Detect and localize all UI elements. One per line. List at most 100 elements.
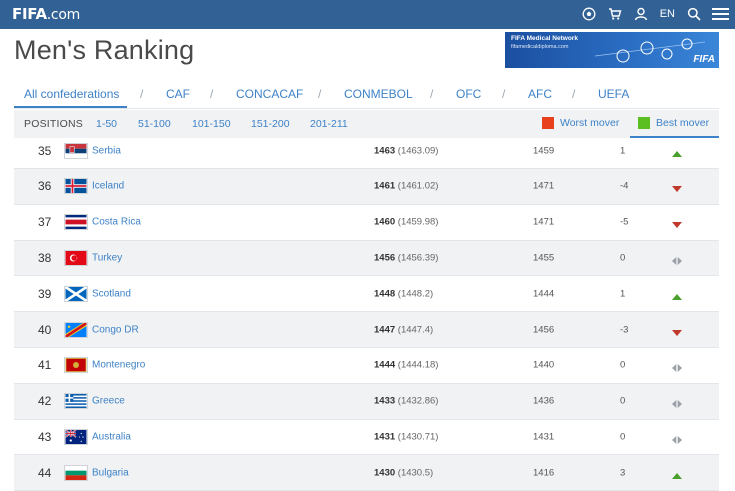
scotland-flag-icon — [64, 285, 88, 302]
team-link[interactable]: Turkey — [92, 252, 122, 263]
tab-concacaf[interactable]: CONCACAF — [236, 87, 303, 101]
movement-cell: -4 — [620, 180, 629, 192]
movement-cell: 0 — [620, 431, 626, 443]
team-link[interactable]: Costa Rica — [92, 217, 141, 228]
points-exact: (1444.18) — [397, 359, 439, 371]
rank-cell: 36 — [38, 179, 52, 194]
banner-graphic-icon — [595, 38, 705, 63]
team-link[interactable]: Greece — [92, 396, 125, 407]
points-value: 1447 — [374, 324, 396, 336]
table-row[interactable]: 44 Bulgaria 1430 (1430.5) 1416 3 — [14, 455, 719, 491]
points-exact: (1456.39) — [397, 252, 439, 264]
table-row[interactable]: 35 Serbia 1463 (1463.09) 1459 1 — [14, 139, 719, 169]
range-101-150[interactable]: 101-150 — [192, 118, 231, 130]
best-mover-toggle[interactable]: Best mover — [638, 117, 709, 129]
menu-icon[interactable] — [711, 5, 729, 23]
points-value: 1448 — [374, 288, 396, 300]
table-row[interactable]: 37 Costa Rica 1460 (1459.98) 1471 -5 — [14, 205, 719, 241]
table-row[interactable]: 42 Greece 1433 (1432.86) 1436 0 — [14, 383, 719, 420]
montenegro-flag-icon — [64, 357, 88, 374]
worst-mover-label: Worst mover — [560, 117, 620, 129]
range-151-200[interactable]: 151-200 — [251, 118, 290, 130]
nav-separator: / — [210, 87, 214, 101]
trend-down-icon — [671, 181, 683, 193]
table-row[interactable]: 40 Congo DR 1447 (1447.4) 1456 -3 — [14, 312, 719, 348]
points-cell: 1461 (1461.02) — [374, 181, 438, 192]
points-value: 1431 — [374, 431, 396, 443]
table-row[interactable]: 43 Australia 1431 (1430.71) 1431 0 — [14, 420, 719, 456]
rank-cell: 43 — [38, 429, 52, 444]
tab-caf[interactable]: CAF — [166, 87, 190, 101]
tab-uefa[interactable]: UEFA — [598, 87, 629, 101]
points-exact: (1430.71) — [397, 431, 439, 443]
previous-points-cell: 1440 — [533, 359, 555, 371]
rank-cell: 35 — [38, 143, 52, 158]
previous-points-cell: 1431 — [533, 431, 555, 443]
points-exact: (1430.5) — [397, 467, 434, 479]
nav-separator: / — [318, 87, 322, 101]
worst-mover-swatch — [542, 117, 554, 129]
banner-ad[interactable]: FIFA Medical Network fifamedicaldiploma.… — [505, 32, 719, 68]
iceland-flag-icon — [64, 178, 88, 195]
team-link[interactable]: Montenegro — [92, 360, 145, 371]
top-bar: FIFA.com EN — [0, 0, 735, 29]
page-title: Men's Ranking — [14, 35, 195, 65]
team-link[interactable]: Australia — [92, 431, 131, 442]
table-row[interactable]: 41 Montenegro 1444 (1444.18) 1440 0 — [14, 348, 719, 384]
team-link[interactable]: Bulgaria — [92, 467, 129, 478]
team-link[interactable]: Iceland — [92, 181, 124, 192]
points-cell: 1431 (1430.71) — [374, 431, 438, 442]
tab-ofc[interactable]: OFC — [456, 87, 481, 101]
best-mover-swatch — [638, 117, 650, 129]
rank-cell: 42 — [38, 394, 52, 409]
points-exact: (1432.86) — [397, 395, 439, 407]
tab-conmebol[interactable]: CONMEBOL — [344, 87, 413, 101]
points-cell: 1463 (1463.09) — [374, 145, 438, 156]
worst-mover-toggle[interactable]: Worst mover — [542, 117, 619, 129]
points-value: 1460 — [374, 216, 396, 228]
table-row[interactable]: 36 Iceland 1461 (1461.02) 1471 -4 — [14, 169, 719, 205]
logo-main: FIFA — [12, 5, 47, 23]
ranking-table: 35 Serbia 1463 (1463.09) 1459 1 36 Iceland 1461… — [14, 139, 719, 491]
previous-points-cell: 1456 — [533, 324, 555, 336]
cart-icon[interactable] — [606, 5, 624, 23]
australia-flag-icon — [64, 428, 88, 445]
team-link[interactable]: Serbia — [92, 145, 121, 156]
nav-separator: / — [140, 87, 144, 101]
rank-cell: 39 — [38, 286, 52, 301]
previous-points-cell: 1455 — [533, 252, 555, 264]
user-icon[interactable] — [632, 5, 650, 23]
banner-brand: FIFA — [693, 54, 715, 65]
points-value: 1463 — [374, 145, 396, 157]
tab-afc[interactable]: AFC — [528, 87, 552, 101]
fifa-logo[interactable]: FIFA.com — [12, 5, 80, 23]
range-201-211[interactable]: 201-211 — [310, 118, 348, 130]
rank-cell: 37 — [38, 215, 52, 230]
ball-icon[interactable] — [580, 5, 598, 23]
table-row[interactable]: 38 Turkey 1456 (1456.39) 1455 0 — [14, 240, 719, 277]
positions-label: POSITIONS — [24, 118, 83, 130]
points-value: 1456 — [374, 252, 396, 264]
tab-all-confederations[interactable]: All confederations — [24, 87, 119, 101]
team-link[interactable]: Congo DR — [92, 324, 139, 335]
movement-cell: 0 — [620, 395, 626, 407]
nav-separator: / — [572, 87, 576, 101]
rank-cell: 44 — [38, 465, 52, 480]
language-selector[interactable]: EN — [658, 8, 677, 20]
previous-points-cell: 1471 — [533, 180, 555, 192]
points-exact: (1447.4) — [397, 324, 434, 336]
points-cell: 1447 (1447.4) — [374, 324, 433, 335]
banner-line2: fifamedicaldiploma.com — [511, 44, 569, 50]
table-row[interactable]: 39 Scotland 1448 (1448.2) 1444 1 — [14, 276, 719, 313]
previous-points-cell: 1471 — [533, 216, 555, 228]
team-link[interactable]: Scotland — [92, 288, 131, 299]
search-icon[interactable] — [685, 5, 703, 23]
trend-up-icon — [671, 468, 683, 479]
trend-down-icon — [671, 217, 683, 229]
nav-separator: / — [430, 87, 434, 101]
serbia-flag-icon — [64, 142, 88, 159]
points-exact: (1448.2) — [397, 288, 434, 300]
range-51-100[interactable]: 51-100 — [138, 118, 171, 130]
points-cell: 1448 (1448.2) — [374, 288, 433, 299]
range-1-50[interactable]: 1-50 — [96, 118, 117, 130]
